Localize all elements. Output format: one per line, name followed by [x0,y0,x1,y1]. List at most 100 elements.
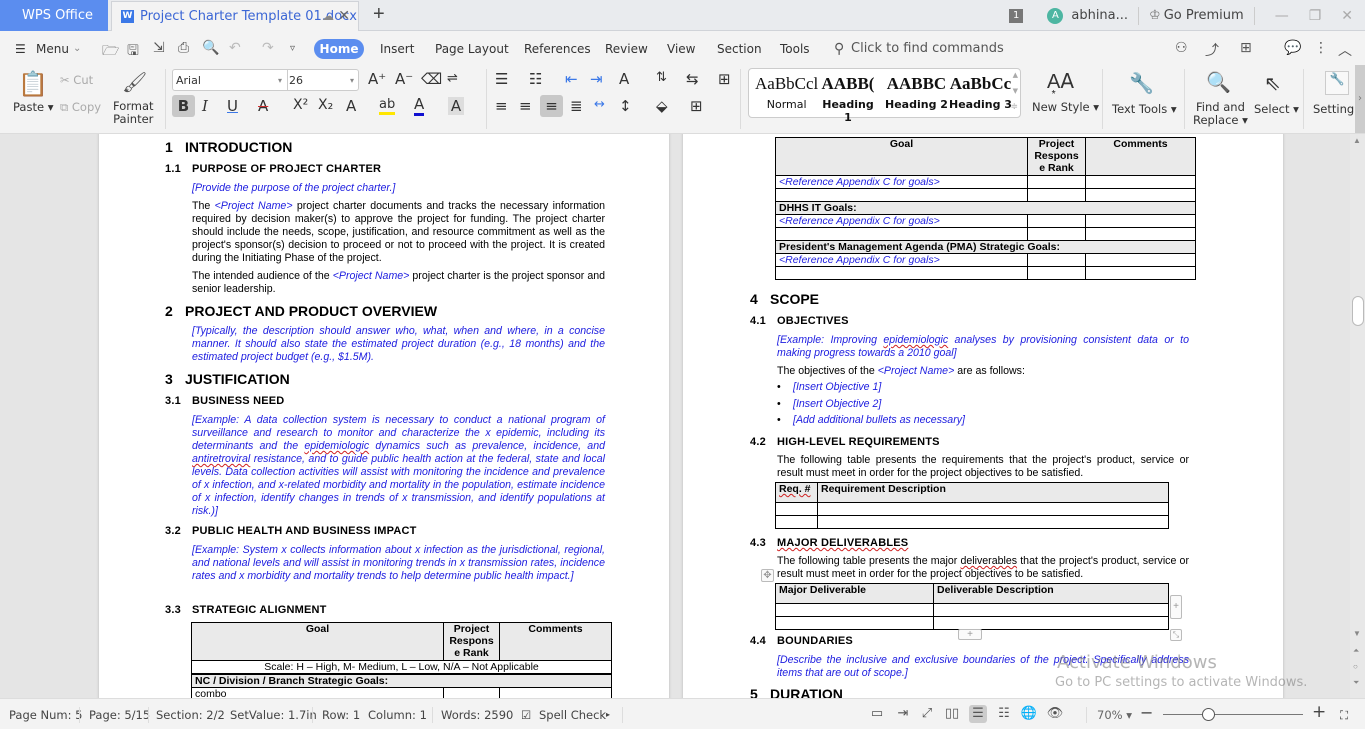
table-cell[interactable] [775,188,1028,202]
table-cell[interactable] [1027,214,1086,228]
paste-icon[interactable]: 📋 [18,70,48,98]
document-tab[interactable]: W Project Charter Template 01.docx ☁ ✕ [111,1,359,32]
character-shading-button[interactable]: A [448,97,464,115]
add-row-button[interactable]: + [958,629,982,640]
table-cell[interactable] [1085,188,1196,202]
paragraph-spacing-icon[interactable]: ⇆ [686,70,699,88]
cut-button[interactable]: ✂ Cut [60,73,93,87]
font-color-button[interactable]: A [414,95,425,116]
table-cell[interactable] [933,616,1169,630]
table-cell[interactable]: <Reference Appendix C for goals> [775,175,1028,189]
table-cell[interactable] [443,687,500,698]
table-cell[interactable] [1027,175,1086,189]
chevron-down-icon[interactable]: ⌄ [73,31,81,67]
zoom-out-button[interactable]: − [1140,703,1153,722]
borders-icon[interactable]: ⊞ [690,97,703,115]
copy-button[interactable]: ⧉ Copy [60,100,101,115]
style-heading-1[interactable]: AABB(Heading 1 [819,74,877,124]
page-num-status[interactable]: Page Num: 5 [9,708,82,722]
section-row[interactable]: NC / Division / Branch Strategic Goals: [191,673,612,688]
fit-window-icon[interactable]: ⛶ [1340,708,1348,723]
zoom-slider-thumb[interactable] [1202,708,1215,721]
share-icon[interactable]: ⤴ [1205,40,1219,60]
restore-icon[interactable]: ❐ [1309,8,1322,24]
tab-page-layout[interactable]: Page Layout [435,31,509,67]
align-left-icon[interactable]: ≡ [495,97,508,115]
tab-view[interactable]: View [667,31,695,67]
customize-toolbar-icon[interactable]: ▿ [290,43,295,54]
shading-icon[interactable]: ⬙ [656,97,668,115]
select-cursor-icon[interactable]: ⇖ [1264,71,1281,95]
clear-formatting-icon[interactable]: ⌫ [421,70,442,88]
previous-page-icon[interactable]: ⏶ [1353,646,1359,656]
subscript-button[interactable]: X₂ [318,97,333,113]
styles-expand-icon[interactable]: ≑ [1010,102,1018,112]
new-style-button[interactable]: New Style ▾ [1032,100,1099,114]
table-cell[interactable] [1085,227,1196,241]
style-heading-2[interactable]: AABBC Heading 2 [885,74,948,111]
misspelled-word[interactable]: epidemiologic [304,440,369,452]
comment-icon[interactable]: 💬 [1284,40,1301,56]
align-center-icon[interactable]: ≡ [519,97,532,115]
superscript-button[interactable]: X² [293,97,308,113]
new-style-icon[interactable]: A͙A [1047,69,1074,94]
scroll-up-icon[interactable]: ▲ [1353,136,1361,145]
zoom-level-dropdown[interactable]: 70% ▾ [1097,708,1132,722]
tab-references[interactable]: References [524,31,591,67]
new-tab-button[interactable]: + [373,3,385,26]
align-right-button[interactable]: ≡ [540,95,563,117]
increase-indent-icon[interactable]: ⇥ [590,70,603,88]
format-painter-button[interactable]: Format Painter [113,100,154,126]
misspelled-word[interactable]: epidemiologic [883,334,948,346]
section-status[interactable]: Section: 2/2 [156,708,225,722]
next-page-icon[interactable]: ⏷ [1353,678,1359,688]
eye-protection-icon[interactable]: 👁 [1046,705,1064,723]
command-search-input[interactable]: Click to find commands [851,31,1004,67]
avatar[interactable]: A [1047,7,1064,24]
misspelled-word[interactable]: deliverables [960,555,1017,567]
redo-icon[interactable]: ↷ [262,40,274,56]
italic-button[interactable]: I [202,97,208,115]
export-pdf-icon[interactable]: ⇲ [153,40,165,56]
misspelled-word[interactable]: antiretroviral [192,453,250,465]
select-button[interactable]: Select ▾ [1254,102,1299,116]
styles-scroll-up-icon[interactable]: ▲ [1013,71,1018,79]
table-cell[interactable] [775,502,818,516]
minimize-icon[interactable]: — [1275,8,1289,24]
page-status[interactable]: Page: 5/15 [89,708,150,722]
tab-insert[interactable]: Insert [380,31,414,67]
table-resize-handle[interactable]: ⤡ [1170,629,1182,641]
table-cell[interactable] [817,502,1169,516]
web-layout-icon[interactable]: 🌐 [1020,705,1038,723]
numbered-list-icon[interactable]: ☷ [529,70,542,88]
distributed-icon[interactable]: ↔ [594,97,605,112]
wps-office-tab[interactable]: WPS Office [0,0,108,31]
word-count-status[interactable]: Words: 2590 [441,708,513,722]
scrollbar-thumb[interactable] [1352,296,1364,326]
scale-cell[interactable]: Scale: H – High, M- Medium, L – Low, N/A… [191,660,612,675]
strikethrough-button[interactable]: A [258,97,268,115]
ribbon-scroll-right-icon[interactable]: › [1355,65,1365,133]
spell-check-button[interactable]: Spell Check [539,708,606,722]
table-cell[interactable]: <Reference Appendix C for goals> [775,253,1028,267]
section-row[interactable]: President's Management Agenda (PMA) Stra… [775,240,1196,254]
table-cell[interactable] [1027,227,1086,241]
vertical-scrollbar[interactable]: ▲ ▼ ⏶ ○ ⏷ [1350,134,1365,698]
find-replace-button[interactable]: Find and Replace ▾ [1193,101,1248,127]
go-premium-button[interactable]: Go Premium [1164,8,1244,23]
close-tab-icon[interactable]: ✕ [338,2,350,31]
tab-review[interactable]: Review [605,31,648,67]
table-cell[interactable] [775,603,934,617]
justify-icon[interactable]: ≣ [570,97,583,115]
text-tools-button[interactable]: Text Tools ▾ [1112,102,1177,116]
table-cell[interactable] [1027,188,1086,202]
add-column-button[interactable]: + [1170,595,1182,619]
change-case-icon[interactable]: A [619,70,629,88]
table-cell[interactable]: combo [191,687,444,698]
table-cell[interactable] [933,603,1169,617]
open-folder-icon[interactable]: 🗁 [102,40,119,64]
outline-view-icon[interactable]: ☷ [995,705,1013,723]
table-icon[interactable]: ⊞ [718,70,731,88]
font-size-dropdown-icon[interactable]: ▾ [350,76,354,85]
table-cell[interactable]: <Reference Appendix C for goals> [775,214,1028,228]
